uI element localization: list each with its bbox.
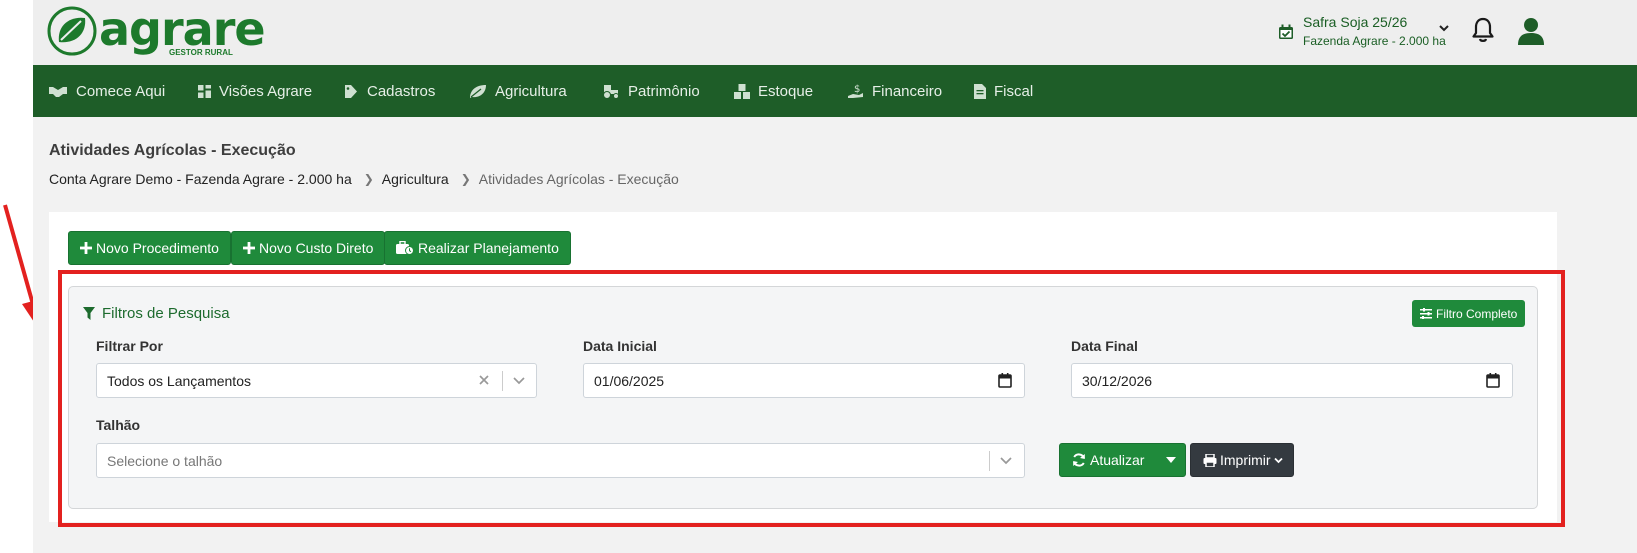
page-title: Atividades Agrícolas - Execução xyxy=(49,142,296,159)
chevron-down-icon[interactable] xyxy=(999,455,1013,467)
atualizar-button[interactable]: Atualizar xyxy=(1060,444,1155,476)
filter-icon xyxy=(83,307,95,320)
chevron-down-icon xyxy=(1273,457,1283,463)
brand-logo[interactable]: agrare GESTOR RURAL xyxy=(47,2,266,58)
nav-item-visoes-agrare[interactable]: Visões Agrare xyxy=(198,65,312,117)
talhao-label: Talhão xyxy=(96,417,141,433)
talhao-select[interactable]: Selecione o talhão xyxy=(96,443,1025,478)
data-inicial-input[interactable]: 01/06/2025 xyxy=(583,363,1025,398)
plus-icon xyxy=(80,242,92,254)
boxes-icon xyxy=(734,83,750,99)
season-title: Safra Soja 25/26 xyxy=(1303,14,1408,30)
imprimir-button[interactable]: Imprimir xyxy=(1190,443,1294,477)
data-final-input[interactable]: 30/12/2026 xyxy=(1071,363,1513,398)
nav-item-comece-aqui[interactable]: Comece Aqui xyxy=(48,65,165,117)
main-nav: Comece Aqui Visões Agrare Cadastros Agri… xyxy=(33,65,1637,117)
novo-custo-direto-button[interactable]: Novo Custo Direto xyxy=(231,231,386,265)
atualizar-dropdown-toggle[interactable] xyxy=(1156,444,1186,476)
filters-title: Filtros de Pesquisa xyxy=(83,305,230,322)
filtrar-por-select[interactable]: Todos os Lançamentos xyxy=(96,363,537,398)
leaf-logo-icon xyxy=(47,6,97,56)
atualizar-split-button: Atualizar xyxy=(1059,443,1186,477)
nav-item-financeiro[interactable]: $ Financeiro xyxy=(848,65,942,117)
refresh-icon xyxy=(1073,453,1085,467)
select-divider xyxy=(502,371,503,391)
brand-tagline: GESTOR RURAL xyxy=(169,48,233,57)
sliders-icon xyxy=(1420,308,1432,319)
svg-text:$: $ xyxy=(854,84,860,95)
data-final-label: Data Final xyxy=(1071,338,1138,354)
select-divider xyxy=(989,451,990,471)
dashboard-icon xyxy=(198,84,211,98)
tractor-icon xyxy=(603,84,619,99)
breadcrumb-current: Atividades Agrícolas - Execução xyxy=(478,171,679,187)
chevron-right-icon: ❯ xyxy=(363,172,374,186)
invoice-icon xyxy=(974,83,986,99)
leaf-icon xyxy=(470,84,486,98)
clear-icon[interactable] xyxy=(477,373,491,387)
calendar-check-icon xyxy=(1279,24,1293,39)
plus-icon xyxy=(243,242,255,254)
data-inicial-label: Data Inicial xyxy=(583,338,657,354)
tags-icon xyxy=(345,84,357,98)
nav-item-agricultura[interactable]: Agricultura xyxy=(469,65,567,117)
filtro-completo-button[interactable]: Filtro Completo xyxy=(1412,300,1526,327)
top-bar: agrare GESTOR RURAL Safra Soja 25/26 Faz… xyxy=(33,0,1637,65)
season-farm: Fazenda Agrare - 2.000 ha xyxy=(1303,34,1446,48)
chevron-down-icon[interactable] xyxy=(512,375,526,387)
nav-item-fiscal[interactable]: Fiscal xyxy=(974,65,1033,117)
filtrar-por-label: Filtrar Por xyxy=(96,338,163,354)
nav-item-cadastros[interactable]: Cadastros xyxy=(345,65,435,117)
breadcrumb-account[interactable]: Conta Agrare Demo - Fazenda Agrare - 2.0… xyxy=(49,171,352,187)
app-window: agrare GESTOR RURAL Safra Soja 25/26 Faz… xyxy=(33,0,1637,553)
realizar-planejamento-button[interactable]: Realizar Planejamento xyxy=(384,231,571,265)
handshake-icon xyxy=(49,87,67,97)
caret-down-icon xyxy=(1166,457,1176,463)
briefcase-clock-icon xyxy=(396,241,414,255)
calendar-icon[interactable] xyxy=(1486,373,1500,388)
chevron-right-icon: ❯ xyxy=(460,172,471,186)
printer-icon xyxy=(1203,453,1217,467)
calendar-icon[interactable] xyxy=(998,373,1012,388)
chevron-down-icon xyxy=(1439,25,1449,32)
user-avatar-icon[interactable] xyxy=(1517,16,1545,46)
bell-icon[interactable] xyxy=(1471,16,1495,44)
breadcrumb-agricultura[interactable]: Agricultura xyxy=(382,171,449,187)
nav-item-estoque[interactable]: Estoque xyxy=(734,65,813,117)
breadcrumb: Conta Agrare Demo - Fazenda Agrare - 2.0… xyxy=(49,171,679,187)
nav-item-patrimonio[interactable]: Patrimônio xyxy=(601,65,700,117)
novo-procedimento-button[interactable]: Novo Procedimento xyxy=(68,231,231,265)
hand-dollar-icon: $ xyxy=(848,84,863,98)
search-filters-card: Filtros de Pesquisa Filtro Completo Filt… xyxy=(68,286,1538,509)
